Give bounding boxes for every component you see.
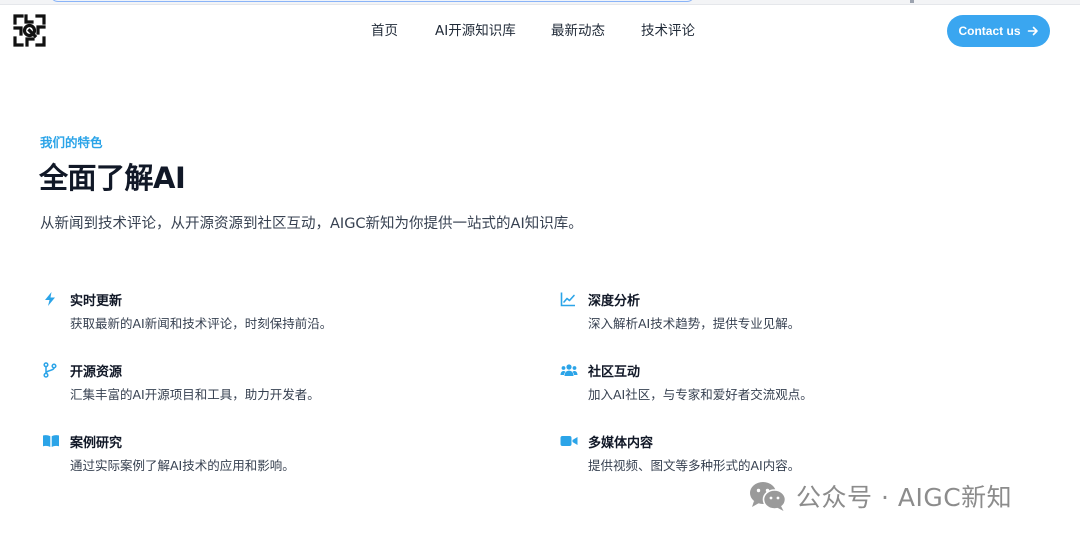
feature-desc: 深入解析AI技术趋势，提供专业见解。 — [588, 316, 801, 331]
feature-desc: 提供视频、图文等多种形式的AI内容。 — [588, 458, 801, 473]
feature-title: 案例研究 — [70, 436, 123, 451]
feature-title: 社区互动 — [588, 365, 641, 380]
nav-item-ai-open-source[interactable]: AI开源知识库 — [435, 20, 516, 42]
nav-item-latest-news[interactable]: 最新动态 — [551, 20, 605, 42]
browser-chrome-strip — [0, 0, 1080, 5]
feature-title: 多媒体内容 — [588, 436, 654, 451]
feature-multimedia: 多媒体内容 提供视频、图文等多种形式的AI内容。 — [560, 432, 1020, 473]
feature-title: 实时更新 — [70, 294, 123, 309]
section-eyebrow: 我们的特色 — [40, 135, 103, 150]
bolt-icon — [45, 292, 55, 306]
address-bar-edge[interactable] — [50, 0, 695, 2]
feature-case-studies: 案例研究 通过实际案例了解AI技术的应用和影响。 — [42, 432, 502, 473]
users-icon — [560, 364, 578, 376]
feature-title: 开源资源 — [70, 365, 123, 380]
video-icon — [560, 436, 578, 446]
feature-deep-analysis: 深度分析 深入解析AI技术趋势，提供专业见解。 — [560, 290, 1020, 331]
page-subtitle: 从新闻到技术评论，从开源资源到社区互动，AIGC新知为你提供一站式的AI知识库。 — [40, 216, 583, 232]
feature-desc: 加入AI社区，与专家和爱好者交流观点。 — [588, 387, 813, 402]
chart-line-icon — [560, 292, 575, 307]
feature-realtime-updates: 实时更新 获取最新的AI新闻和技术评论，时刻保持前沿。 — [42, 290, 502, 331]
feature-desc: 通过实际案例了解AI技术的应用和影响。 — [70, 458, 295, 473]
code-branch-icon — [43, 362, 57, 378]
book-open-icon — [43, 435, 59, 447]
feature-open-source: 开源资源 汇集丰富的AI开源项目和工具，助力开发者。 — [42, 361, 502, 402]
feature-desc: 获取最新的AI新闻和技术评论，时刻保持前沿。 — [70, 316, 333, 331]
arrow-right-icon — [1027, 26, 1038, 36]
main-nav: 首页 AI开源知识库 最新动态 技术评论 — [0, 20, 1080, 42]
nav-item-home[interactable]: 首页 — [371, 20, 398, 42]
feature-title: 深度分析 — [588, 294, 641, 309]
page-title: 全面了解AI — [39, 161, 186, 195]
feature-community: 社区互动 加入AI社区，与专家和爱好者交流观点。 — [560, 361, 1020, 402]
nav-item-tech-review[interactable]: 技术评论 — [641, 20, 695, 42]
watermark-text: 公众号 · AIGC新知 — [796, 483, 1013, 512]
browser-indicator — [910, 0, 914, 3]
contact-us-label: Contact us — [958, 24, 1021, 38]
feature-desc: 汇集丰富的AI开源项目和工具，助力开发者。 — [70, 387, 320, 402]
wechat-icon — [750, 482, 787, 511]
wechat-watermark: 公众号 · AIGC新知 — [748, 478, 1012, 514]
contact-us-button[interactable]: Contact us — [947, 15, 1050, 47]
